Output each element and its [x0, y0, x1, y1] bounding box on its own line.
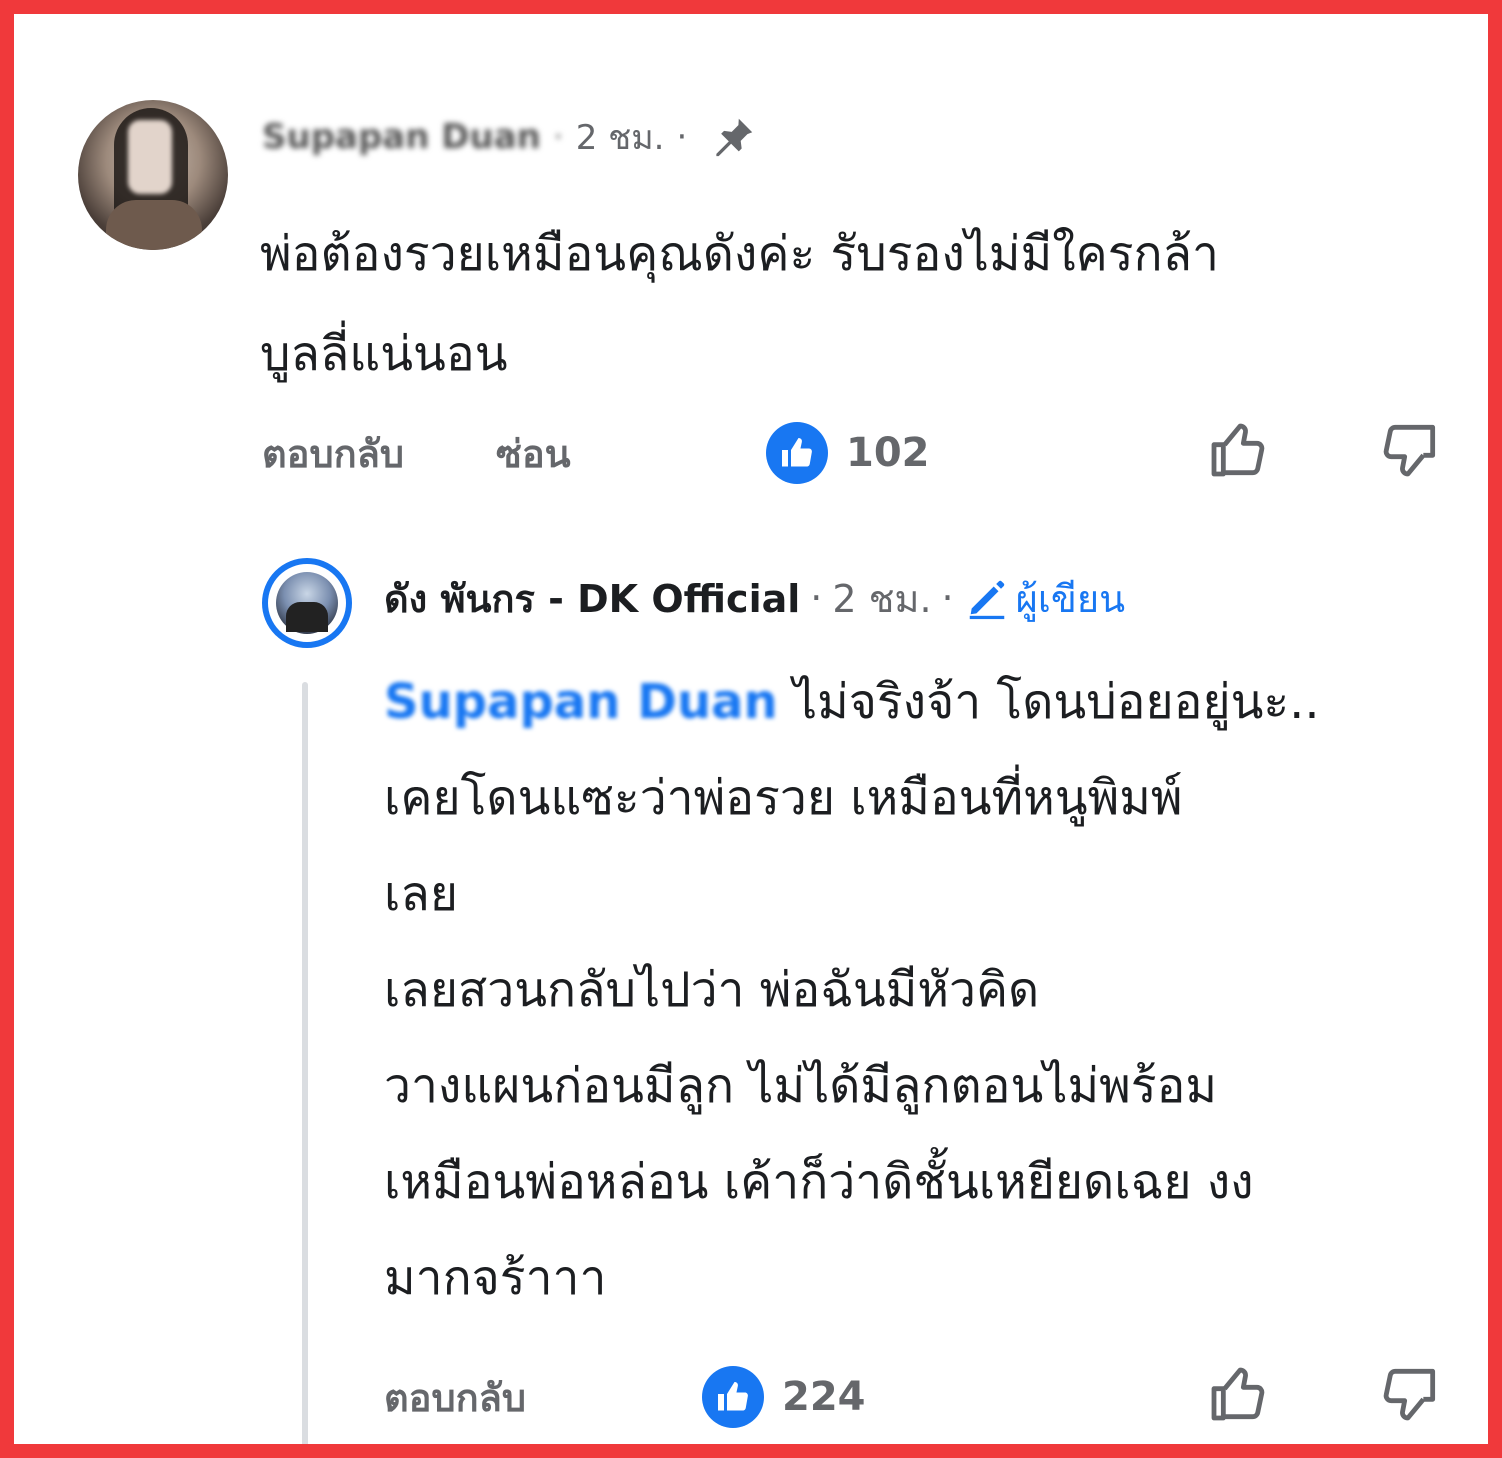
reply-author-name[interactable]: ดัง พันกร - DK Official: [384, 568, 800, 629]
comment-text-line: พ่อต้องรวยเหมือนคุณดังค่ะ รับรองไม่มีใคร…: [260, 226, 1219, 282]
pencil-icon: [969, 580, 1004, 620]
reply-text: Supapan Duan ไม่จริงจ้า โดนบ่อยอยู่นะ.. …: [384, 654, 1474, 1326]
thumbs-up-icon: [766, 422, 828, 484]
comment-text-line: บูลลี่แน่นอน: [260, 326, 508, 382]
thumbs-up-icon: [702, 1366, 764, 1428]
mention-link[interactable]: Supapan Duan: [384, 674, 778, 730]
reply-text-first-line: ไม่จริงจ้า โดนบ่อยอยู่นะ..: [777, 674, 1320, 730]
reply-text-rest: เคยโดนแซะว่าพ่อรวย เหมือนที่หนูพิมพ์ เลย…: [384, 770, 1254, 1306]
commenter-avatar[interactable]: [78, 100, 228, 250]
comment-text: พ่อต้องรวยเหมือนคุณดังค่ะ รับรองไม่มีใคร…: [260, 204, 1460, 404]
reply-reactions[interactable]: 224: [702, 1366, 866, 1428]
thumbs-up-outline-icon[interactable]: [1206, 1362, 1270, 1426]
reply-time: 2 ชม.: [832, 576, 932, 621]
like-count: 102: [846, 430, 930, 476]
author-badge: ผู้เขียน: [964, 568, 1125, 629]
thumbs-down-outline-icon[interactable]: [1378, 1362, 1442, 1426]
reply-header: ดัง พันกร - DK Official · 2 ชม. · ผู้เขี…: [384, 570, 1125, 626]
comment-actions: ตอบกลับ ซ่อน: [262, 422, 571, 484]
reply-button[interactable]: ตอบกลับ: [262, 423, 404, 484]
like-count: 224: [782, 1374, 866, 1420]
reply-button[interactable]: ตอบกลับ: [384, 1367, 526, 1428]
thumbs-down-outline-icon[interactable]: [1378, 418, 1442, 482]
thread-line: [302, 682, 308, 1444]
comment-header: Supapan Duan · 2 ชม. ·: [262, 112, 757, 162]
screenshot-frame: Supapan Duan · 2 ชม. · พ่อต้องรวยเหมือนค…: [0, 0, 1502, 1458]
hide-button[interactable]: ซ่อน: [496, 423, 571, 484]
thumbs-up-outline-icon[interactable]: [1206, 418, 1270, 482]
reply-actions: ตอบกลับ: [384, 1366, 526, 1428]
pin-icon: [716, 118, 753, 157]
comment-time: 2 ชม.: [575, 118, 665, 158]
commenter-name[interactable]: Supapan Duan: [262, 117, 541, 157]
author-badge-label: ผู้เขียน: [1015, 576, 1126, 621]
author-avatar[interactable]: [262, 558, 352, 648]
comment-reactions[interactable]: 102: [766, 422, 930, 484]
